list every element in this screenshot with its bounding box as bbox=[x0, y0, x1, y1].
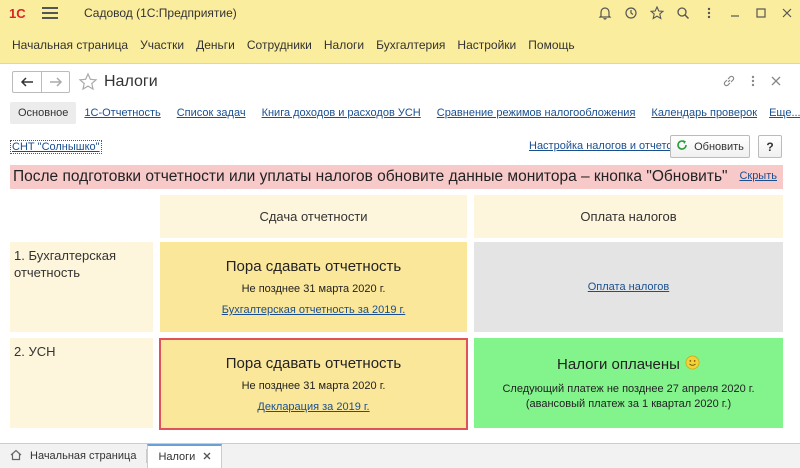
refresh-icon bbox=[676, 139, 688, 154]
section-accounting[interactable]: Бухгалтерия bbox=[376, 38, 445, 52]
maximize-icon[interactable] bbox=[748, 0, 774, 26]
add-to-favorites-star-icon[interactable] bbox=[78, 72, 98, 92]
svg-text:1C: 1C bbox=[9, 6, 26, 20]
bell-icon[interactable] bbox=[592, 0, 618, 26]
section-help[interactable]: Помощь bbox=[528, 38, 574, 52]
tab-1c-reporting[interactable]: 1С-Отчетность bbox=[76, 102, 168, 124]
row-label-usn: 2. УСН bbox=[10, 338, 153, 428]
help-button[interactable]: ? bbox=[758, 135, 782, 158]
column-header-payment: Оплата налогов bbox=[474, 195, 783, 238]
refresh-button-label: Обновить bbox=[694, 140, 744, 153]
cell-deadline: Не позднее 31 марта 2020 г. bbox=[241, 283, 386, 295]
section-panel: Начальная страница Участки Деньги Сотруд… bbox=[0, 26, 800, 64]
form-more-icon[interactable] bbox=[750, 74, 756, 91]
favorites-star-icon[interactable] bbox=[644, 0, 670, 26]
declaration-link[interactable]: Декларация за 2019 г. bbox=[257, 401, 369, 413]
column-header-reporting: Сдача отчетности bbox=[160, 195, 467, 238]
section-settings[interactable]: Настройки bbox=[457, 38, 516, 52]
form-tabs: Основное 1С-Отчетность Список задач Книг… bbox=[10, 100, 800, 126]
cell-accounting-payment[interactable]: Оплата налогов bbox=[474, 242, 783, 332]
history-icon[interactable] bbox=[618, 0, 644, 26]
link-icon[interactable] bbox=[722, 74, 736, 91]
window-tab-home[interactable]: Начальная страница bbox=[0, 444, 146, 468]
next-payment-note: (авансовый платеж за 1 квартал 2020 г.) bbox=[525, 397, 732, 410]
cell-accounting-reporting[interactable]: Пора сдавать отчетность Не позднее 31 ма… bbox=[160, 242, 467, 332]
organization-link[interactable]: СНТ "Солнышко" bbox=[10, 140, 102, 154]
tab-tax-regime-comparison[interactable]: Сравнение режимов налогообложения bbox=[429, 102, 644, 124]
tab-inspection-calendar[interactable]: Календарь проверок bbox=[643, 102, 765, 124]
close-icon[interactable] bbox=[774, 0, 800, 26]
window-tab-label: Налоги bbox=[158, 450, 196, 463]
notice-bar: После подготовки отчетности или уплаты н… bbox=[10, 165, 783, 189]
tabs-more-link[interactable]: Еще... bbox=[765, 102, 800, 124]
cell-usn-reporting[interactable]: Пора сдавать отчетность Не позднее 31 ма… bbox=[159, 338, 468, 430]
form-close-icon[interactable] bbox=[770, 74, 782, 91]
back-arrow-icon[interactable] bbox=[13, 72, 41, 92]
form-header: Налоги bbox=[0, 64, 800, 100]
tab-income-expense-book[interactable]: Книга доходов и расходов УСН bbox=[254, 102, 429, 124]
section-home[interactable]: Начальная страница bbox=[12, 38, 128, 52]
smiley-icon bbox=[685, 355, 700, 374]
page-title: Налоги bbox=[104, 73, 158, 90]
section-plots[interactable]: Участки bbox=[140, 38, 184, 52]
window-title: Садовод (1С:Предприятие) bbox=[84, 6, 237, 20]
refresh-button[interactable]: Обновить bbox=[670, 135, 750, 158]
next-payment-text: Следующий платеж не позднее 27 апреля 20… bbox=[502, 382, 755, 395]
1c-logo: 1C bbox=[6, 4, 34, 22]
window-tab-label: Начальная страница bbox=[30, 450, 137, 462]
section-taxes[interactable]: Налоги bbox=[324, 38, 364, 52]
accounting-report-link[interactable]: Бухгалтерская отчетность за 2019 г. bbox=[222, 304, 406, 316]
title-bar: 1C Садовод (1С:Предприятие) bbox=[0, 0, 800, 26]
section-employees[interactable]: Сотрудники bbox=[247, 38, 312, 52]
tab-task-list[interactable]: Список задач bbox=[169, 102, 254, 124]
tax-settings-link[interactable]: Настройка налогов и отчетов bbox=[529, 140, 678, 152]
home-icon bbox=[10, 449, 22, 464]
section-money[interactable]: Деньги bbox=[196, 38, 235, 52]
more-menu-icon[interactable] bbox=[696, 0, 722, 26]
cell-usn-payment[interactable]: Налоги оплачены Следующий платеж не позд… bbox=[474, 338, 783, 428]
cell-deadline: Не позднее 31 марта 2020 г. bbox=[241, 380, 386, 392]
tab-main[interactable]: Основное bbox=[10, 102, 77, 124]
minimize-icon[interactable] bbox=[722, 0, 748, 26]
tax-payment-link[interactable]: Оплата налогов bbox=[588, 281, 669, 293]
search-icon[interactable] bbox=[670, 0, 696, 26]
open-windows-bar: Начальная страница Налоги bbox=[0, 443, 800, 468]
hide-notice-link[interactable]: Скрыть bbox=[739, 170, 777, 182]
notice-text: После подготовки отчетности или уплаты н… bbox=[13, 168, 728, 185]
forward-arrow-icon[interactable] bbox=[41, 72, 69, 92]
cell-status-title: Налоги оплачены bbox=[557, 355, 680, 373]
main-menu-icon[interactable] bbox=[42, 7, 58, 19]
close-tab-icon[interactable] bbox=[203, 451, 211, 463]
row-label-accounting-reports: 1. Бухгалтерская отчетность bbox=[10, 242, 153, 332]
window-tab-taxes[interactable]: Налоги bbox=[147, 443, 223, 468]
cell-status-title: Пора сдавать отчетность bbox=[225, 258, 402, 275]
cell-status-title: Пора сдавать отчетность bbox=[225, 355, 402, 372]
